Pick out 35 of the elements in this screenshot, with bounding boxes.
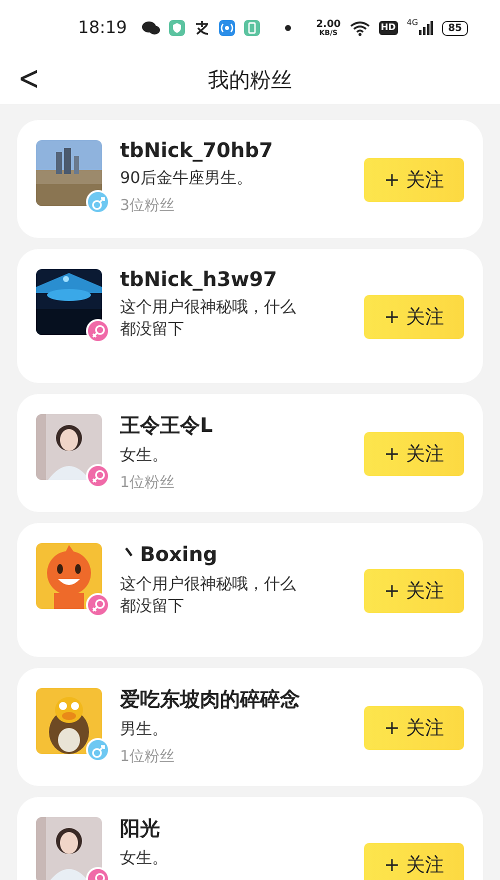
signal-app-icon — [219, 20, 235, 36]
user-name: 王令王令L — [120, 412, 214, 439]
fan-count: 1位粉丝 — [120, 747, 176, 766]
page-title: 我的粉丝 — [208, 67, 292, 94]
signal-icon — [419, 21, 434, 35]
battery-app-icon — [244, 20, 260, 36]
follow-button[interactable]: + 关注 — [364, 706, 464, 750]
fan-count: 1位粉丝 — [120, 473, 176, 492]
fan-count: 3位粉丝 — [120, 196, 176, 215]
shield-app-icon — [169, 20, 185, 36]
network-label: 4G — [406, 18, 418, 27]
follow-button[interactable]: + 关注 — [364, 158, 464, 202]
follow-button[interactable]: + 关注 — [364, 843, 464, 880]
user-name: tbNick_70hb7 — [120, 138, 274, 162]
user-name: tbNick_h3w97 — [120, 267, 278, 291]
speed-value: 2.00 — [316, 20, 341, 30]
user-name: 阳光 — [120, 815, 161, 842]
dot-icon — [285, 25, 291, 31]
wifi-icon — [350, 20, 370, 36]
back-button[interactable]: < — [14, 60, 44, 98]
chat-icon — [142, 21, 160, 35]
user-bio: 90后金牛座男生。 — [120, 167, 254, 189]
battery-indicator: 85 — [442, 20, 468, 36]
user-bio: 女生。 — [120, 847, 169, 869]
follow-button[interactable]: + 关注 — [364, 432, 464, 476]
user-bio: 这个用户很神秘哦，什么都没留下 — [120, 573, 297, 617]
user-name: 丶Boxing — [120, 541, 218, 568]
follow-button[interactable]: + 关注 — [364, 569, 464, 613]
user-bio: 这个用户很神秘哦，什么都没留下 — [120, 296, 297, 340]
user-name: 爱吃东坡肉的碎碎念 — [120, 686, 301, 713]
user-bio: 女生。 — [120, 444, 169, 466]
status-time: 18:19 — [78, 18, 127, 38]
hd-badge: HD — [378, 21, 398, 35]
follow-button[interactable]: + 关注 — [364, 295, 464, 339]
user-bio: 男生。 — [120, 718, 169, 740]
